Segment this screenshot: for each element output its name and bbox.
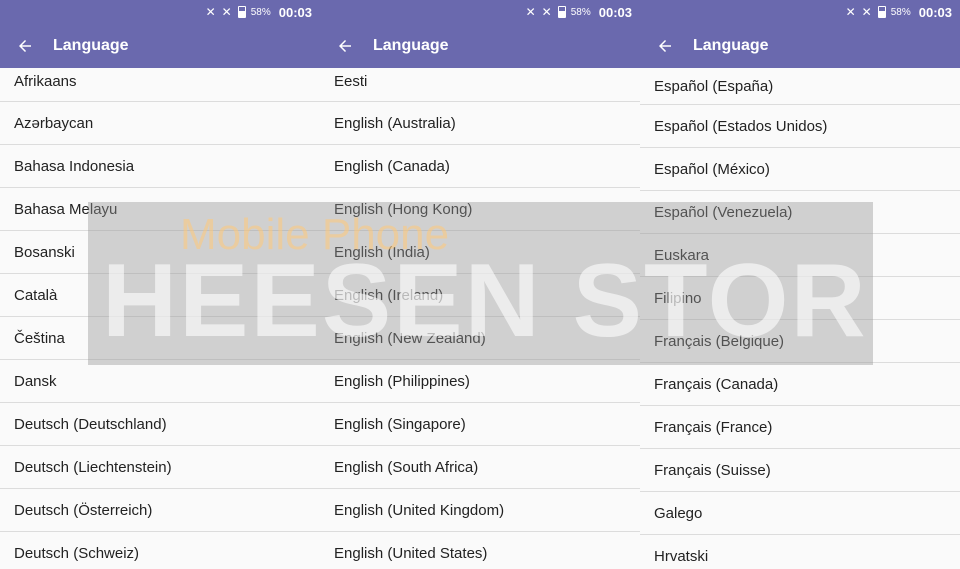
toolbar: Language [320, 24, 640, 68]
status-time: 00:03 [278, 4, 312, 20]
status-bar: ✕ ✕ 58% 00:03 [0, 0, 320, 24]
no-signal-icon: ✕ [541, 5, 552, 19]
back-button[interactable] [640, 24, 690, 68]
language-item[interactable]: English (Hong Kong) [320, 188, 640, 231]
status-bar: ✕ ✕ 58% 00:03 [320, 0, 640, 24]
battery-percent: 58% [890, 6, 911, 18]
no-signal-icon: ✕ [861, 5, 872, 19]
language-item[interactable]: Azərbaycan [0, 102, 320, 145]
language-item[interactable]: English (Singapore) [320, 403, 640, 446]
back-button[interactable] [320, 24, 370, 68]
no-signal-icon: ✕ [221, 5, 232, 19]
arrow-left-icon [339, 40, 351, 52]
status-time: 00:03 [598, 4, 632, 20]
language-item[interactable]: Bahasa Melayu [0, 188, 320, 231]
language-item[interactable]: Español (Venezuela) [640, 191, 960, 234]
back-button[interactable] [0, 24, 50, 68]
language-item[interactable]: English (United Kingdom) [320, 489, 640, 532]
language-item[interactable]: English (Canada) [320, 145, 640, 188]
language-item[interactable]: Français (Canada) [640, 363, 960, 406]
page-title: Language [53, 37, 129, 54]
no-signal-icon: ✕ [845, 5, 856, 19]
status-time: 00:03 [918, 4, 952, 20]
language-item[interactable]: Bosanski [0, 231, 320, 274]
language-item[interactable]: Čeština [0, 317, 320, 360]
language-item[interactable]: Français (Belgique) [640, 320, 960, 363]
language-item[interactable]: Hrvatski [640, 535, 960, 569]
toolbar: Language [640, 24, 960, 68]
screen-3: ✕ ✕ 58% 00:03 Language Español (España) … [640, 0, 960, 569]
language-list: Afrikaans Azərbaycan Bahasa Indonesia Ba… [0, 68, 320, 569]
language-item[interactable]: Galego [640, 492, 960, 535]
language-item[interactable]: Dansk [0, 360, 320, 403]
language-item[interactable]: English (Australia) [320, 102, 640, 145]
language-item[interactable]: Deutsch (Deutschland) [0, 403, 320, 446]
language-item[interactable]: Euskara [640, 234, 960, 277]
language-item[interactable]: English (Philippines) [320, 360, 640, 403]
battery-icon [237, 6, 246, 18]
battery-icon [557, 6, 566, 18]
language-item[interactable]: Bahasa Indonesia [0, 145, 320, 188]
language-list: Eesti English (Australia) English (Canad… [320, 68, 640, 569]
screen-1: ✕ ✕ 58% 00:03 Language Afrikaans Azərbay… [0, 0, 320, 569]
language-item[interactable]: English (United States) [320, 532, 640, 569]
no-signal-icon: ✕ [205, 5, 216, 19]
language-item[interactable]: English (New Zealand) [320, 317, 640, 360]
no-signal-icon: ✕ [525, 5, 536, 19]
language-item[interactable]: Afrikaans [0, 68, 320, 102]
language-item[interactable]: English (India) [320, 231, 640, 274]
language-item[interactable]: Filipino [640, 277, 960, 320]
toolbar: Language [0, 24, 320, 68]
battery-percent: 58% [570, 6, 591, 18]
language-item[interactable]: Français (Suisse) [640, 449, 960, 492]
language-item[interactable]: Català [0, 274, 320, 317]
page-title: Language [373, 37, 449, 54]
language-item[interactable]: English (Ireland) [320, 274, 640, 317]
language-item[interactable]: Español (España) [640, 68, 960, 105]
language-item[interactable]: Eesti [320, 68, 640, 102]
arrow-left-icon [659, 40, 671, 52]
arrow-left-icon [19, 40, 31, 52]
status-bar: ✕ ✕ 58% 00:03 [640, 0, 960, 24]
screens-row: ✕ ✕ 58% 00:03 Language Afrikaans Azərbay… [0, 0, 960, 569]
language-item[interactable]: Deutsch (Schweiz) [0, 532, 320, 569]
battery-percent: 58% [250, 6, 271, 18]
language-item[interactable]: English (South Africa) [320, 446, 640, 489]
battery-icon [877, 6, 886, 18]
language-item[interactable]: Français (France) [640, 406, 960, 449]
language-item[interactable]: Español (México) [640, 148, 960, 191]
screen-2: ✕ ✕ 58% 00:03 Language Eesti English (Au… [320, 0, 640, 569]
language-item[interactable]: Español (Estados Unidos) [640, 105, 960, 148]
language-item[interactable]: Deutsch (Liechtenstein) [0, 446, 320, 489]
language-list: Español (España) Español (Estados Unidos… [640, 68, 960, 569]
page-title: Language [693, 37, 769, 54]
language-item[interactable]: Deutsch (Österreich) [0, 489, 320, 532]
